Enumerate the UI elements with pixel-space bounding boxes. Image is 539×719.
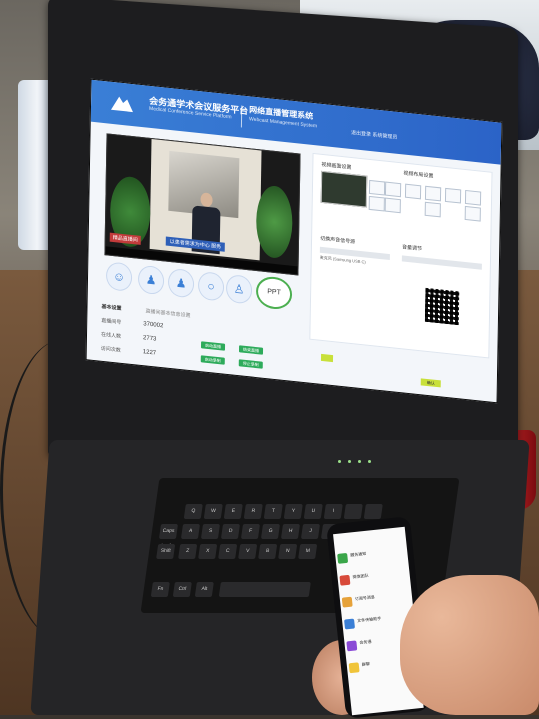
key[interactable]: Q xyxy=(183,504,203,519)
end-live-button[interactable]: 结束直播 xyxy=(238,345,264,355)
list-item-label: 文件传输助手 xyxy=(356,615,382,624)
start-live-button[interactable]: 启动直播 xyxy=(200,341,226,351)
list-item-label: 会务通 xyxy=(359,638,372,646)
layout-option[interactable] xyxy=(368,195,385,212)
list-item-label: 微信团队 xyxy=(352,572,369,580)
source-thumbnail[interactable] xyxy=(320,170,368,208)
layout-option[interactable] xyxy=(424,201,441,218)
row-value: 1227 xyxy=(142,349,157,357)
row-value: 2773 xyxy=(142,335,157,343)
laptop-screen: 会务通学术会议服务平台 Medical Conference Service P… xyxy=(85,78,503,404)
audio-source-label: 切换声音信号源 xyxy=(320,235,356,246)
list-item[interactable]: 微信团队 xyxy=(339,567,406,590)
key[interactable]: S xyxy=(200,524,221,539)
settings-subtitle: 直播间基本信息设置 xyxy=(145,308,191,320)
key[interactable]: D xyxy=(220,524,241,539)
video-plant-right xyxy=(255,184,293,260)
camera-icon[interactable]: ☺ xyxy=(105,261,133,292)
row-value: 370002 xyxy=(143,321,164,330)
volume-label: 音量调节 xyxy=(402,244,423,253)
key[interactable]: I xyxy=(323,504,343,519)
header-divider xyxy=(240,105,243,128)
panel-title-2: 视频布局设置 xyxy=(403,170,434,180)
key[interactable]: E xyxy=(223,504,243,519)
key[interactable]: U xyxy=(303,504,323,519)
list-item-label: 订阅号消息 xyxy=(354,594,376,602)
person-icon[interactable]: ♟ xyxy=(137,264,165,296)
toggle-button[interactable] xyxy=(320,353,334,363)
key[interactable]: F xyxy=(240,524,261,539)
list-item-label: 群聊 xyxy=(361,661,371,667)
start-record-button[interactable]: 启动录制 xyxy=(200,355,225,365)
panel-title: 视频画面设置 xyxy=(321,161,352,172)
key[interactable]: Fn xyxy=(150,582,170,597)
key[interactable]: A xyxy=(180,524,201,539)
key[interactable]: N xyxy=(278,544,298,559)
list-item[interactable]: 订阅号消息 xyxy=(341,589,409,612)
key[interactable]: Alt xyxy=(194,582,214,597)
spacebar[interactable] xyxy=(218,582,311,597)
dual-person-icon[interactable]: ♟ xyxy=(167,267,195,299)
key[interactable]: Shift xyxy=(156,544,176,559)
key[interactable]: Ctrl xyxy=(172,582,192,597)
key[interactable]: B xyxy=(258,544,278,559)
layout-option[interactable] xyxy=(464,205,481,222)
qr-code xyxy=(422,285,462,328)
list-item[interactable]: 服务通知 xyxy=(337,545,404,568)
row-label: 直播间号 xyxy=(101,317,122,326)
key[interactable] xyxy=(363,504,383,519)
ppt-button[interactable]: PPT xyxy=(255,275,293,311)
key[interactable]: X xyxy=(198,544,218,559)
key[interactable]: V xyxy=(238,544,258,559)
row-label: 在线人数 xyxy=(100,331,122,340)
key[interactable]: C xyxy=(218,544,238,559)
volume-slider[interactable] xyxy=(401,255,482,270)
layout-option[interactable] xyxy=(424,185,442,202)
layout-option[interactable] xyxy=(384,197,401,214)
confirm-button[interactable]: 确认 xyxy=(420,378,441,388)
key[interactable]: J xyxy=(300,524,321,539)
key[interactable]: H xyxy=(280,524,301,539)
key[interactable] xyxy=(343,504,363,519)
live-video-preview[interactable]: 精品直播间 以患者需求为中心 服务 xyxy=(104,133,301,276)
key[interactable]: M xyxy=(298,544,318,559)
key[interactable]: T xyxy=(263,504,283,519)
layout-option[interactable] xyxy=(384,181,402,198)
key[interactable]: R xyxy=(243,504,263,519)
key[interactable]: Z xyxy=(178,544,198,559)
video-tag: 精品直播间 xyxy=(109,232,141,245)
stop-record-button[interactable]: 停止录制 xyxy=(238,359,263,369)
key[interactable]: G xyxy=(260,524,281,539)
header-user-menu[interactable]: 退出登录 系统管理员 xyxy=(351,129,398,141)
key[interactable]: Y xyxy=(283,504,303,519)
status-leds xyxy=(338,460,378,464)
logo-icon xyxy=(110,96,133,113)
layout-option[interactable] xyxy=(368,179,386,196)
layout-option[interactable] xyxy=(464,189,482,206)
layout-option[interactable] xyxy=(404,183,422,200)
stand-person-icon[interactable]: ♙ xyxy=(225,273,253,305)
right-hand xyxy=(400,575,539,715)
settings-title: 基本设置 xyxy=(101,303,122,312)
row-label: 访问次数 xyxy=(100,345,121,354)
list-item-label: 服务通知 xyxy=(350,550,367,558)
key[interactable]: Caps Lock xyxy=(158,524,179,549)
key[interactable]: W xyxy=(203,504,223,519)
layout-option[interactable] xyxy=(444,187,462,204)
circle-icon[interactable]: ○ xyxy=(197,270,225,302)
